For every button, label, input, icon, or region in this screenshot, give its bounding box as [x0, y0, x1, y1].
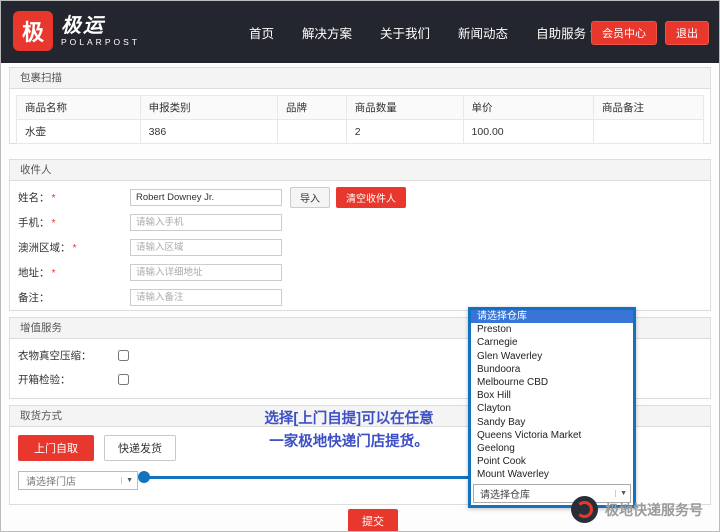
form-row-address: 地址： *	[18, 263, 710, 281]
form-row-name: 姓名：* 导入 清空收件人	[18, 186, 710, 208]
import-button[interactable]: 导入	[290, 186, 330, 208]
brand-name-en: POLARPOST	[61, 37, 140, 47]
main-nav: 首页 解决方案 关于我们 新闻动态 自助服务 ▾	[249, 1, 594, 63]
col-header-unit-price: 单价	[462, 95, 595, 120]
warehouse-option[interactable]: Geelong	[471, 442, 633, 455]
warehouse-option[interactable]: Queens Victoria Market	[471, 429, 633, 442]
watermark-text: 极地快递服务号	[605, 501, 703, 518]
topbar-buttons: 会员中心 退出	[591, 21, 709, 45]
store-select-value: 请选择门店	[26, 477, 76, 488]
region-field[interactable]	[130, 238, 282, 256]
address-field[interactable]	[130, 263, 282, 281]
cell-unit-price: 100.00	[462, 119, 595, 144]
submit-button[interactable]: 提交	[348, 509, 398, 531]
warehouse-option[interactable]: Point Cook	[471, 455, 633, 468]
courier-delivery-button[interactable]: 快递发货	[104, 435, 176, 461]
self-pickup-button[interactable]: 上门自取	[18, 435, 94, 461]
name-label: 姓名： *	[18, 191, 56, 204]
warehouse-select-value: 请选择仓库	[480, 490, 530, 502]
note-label: 备注：	[18, 291, 50, 304]
top-navigation-bar: 极 极运 POLARPOST 首页 解决方案 关于我们 新闻动态 自助服务 ▾ …	[1, 1, 719, 63]
nav-item-self-service[interactable]: 自助服务 ▾	[536, 23, 594, 42]
warehouse-dropdown-overlay: 请选择仓库 Preston Carnegie Glen Waverley Bun…	[468, 307, 636, 509]
col-header-declare-type: 申报类别	[139, 95, 279, 120]
warehouse-option[interactable]: Melbourne CBD	[471, 376, 633, 389]
warehouse-option[interactable]: Carnegie	[471, 336, 633, 349]
warehouse-option[interactable]: Bundoora	[471, 363, 633, 376]
brand-text: 极运 POLARPOST	[61, 15, 140, 47]
polarpost-watermark-logo-icon	[571, 496, 598, 523]
package-scan-panel: 包裹扫描 商品名称 申报类别 品牌 商品数量 单价 商品备注 水壶 386 2 …	[9, 67, 711, 144]
form-row-note: 备注：	[18, 288, 710, 306]
annotation-line-2: 一家极地快递门店提货。	[269, 434, 429, 450]
col-header-quantity: 商品数量	[345, 95, 464, 120]
nav-item-news[interactable]: 新闻动态	[458, 23, 508, 42]
required-mark: *	[51, 191, 56, 204]
recipient-panel: 收件人 姓名：* 导入 清空收件人 手机：* 澳洲区域：* 地址：* 备注：	[9, 159, 711, 311]
phone-label: 手机： *	[18, 216, 56, 229]
phone-field[interactable]	[130, 213, 282, 231]
cell-brand	[277, 119, 347, 144]
panel-title-package-scan: 包裹扫描	[10, 68, 710, 89]
vacuum-compress-label: 衣物真空压缩：	[18, 350, 92, 362]
warehouse-option[interactable]: Box Hill	[471, 389, 633, 402]
cell-item-note	[593, 119, 704, 144]
warehouse-option[interactable]: Sandy Bay	[471, 416, 633, 429]
warehouse-option[interactable]: Preston	[471, 323, 633, 336]
callout-line	[147, 476, 469, 479]
page: 极 极运 POLARPOST 首页 解决方案 关于我们 新闻动态 自助服务 ▾ …	[0, 0, 720, 532]
nav-item-solutions[interactable]: 解决方案	[302, 23, 352, 42]
unbox-inspect-label: 开箱检验：	[18, 374, 71, 386]
panel-title-recipient: 收件人	[10, 160, 710, 181]
form-row-phone: 手机： *	[18, 213, 710, 231]
brand-logo: 极 极运 POLARPOST	[13, 11, 140, 51]
goods-table-row: 水壶 386 2 100.00	[16, 119, 704, 144]
col-header-brand: 品牌	[277, 95, 347, 120]
col-header-item-name: 商品名称	[16, 95, 141, 120]
cell-quantity: 2	[345, 119, 464, 144]
name-field[interactable]	[130, 188, 282, 206]
annotation-text: 选择[上门自提]可以在任意 一家极地快递门店提货。	[231, 408, 467, 454]
form-row-region: 澳洲区域： *	[18, 238, 710, 256]
warehouse-option[interactable]: Glen Waverley	[471, 350, 633, 363]
store-select[interactable]: 请选择门店 ▼	[18, 471, 138, 490]
member-center-button[interactable]: 会员中心	[591, 21, 657, 45]
caret-down-icon: ▼	[121, 477, 133, 484]
vacuum-compress-checkbox[interactable]	[118, 350, 129, 361]
warehouse-option-placeholder[interactable]: 请选择仓库	[471, 310, 633, 324]
polarpost-logo-icon: 极	[13, 11, 53, 51]
col-header-item-note: 商品备注	[593, 95, 704, 120]
required-mark: *	[51, 266, 56, 279]
address-label: 地址： *	[18, 266, 56, 279]
brand-name-cn: 极运	[61, 15, 105, 37]
clear-recipient-button[interactable]: 清空收件人	[336, 186, 406, 208]
cell-item-name: 水壶	[16, 119, 141, 144]
region-label: 澳洲区域： *	[18, 241, 77, 254]
goods-table: 商品名称 申报类别 品牌 商品数量 单价 商品备注 水壶 386 2 100.0…	[16, 95, 704, 144]
required-mark: *	[51, 216, 56, 229]
warehouse-option[interactable]: Mount Waverley	[471, 468, 633, 481]
note-field[interactable]	[130, 288, 282, 306]
warehouse-option[interactable]: Clayton	[471, 402, 633, 415]
annotation-line-1: 选择[上门自提]可以在任意	[264, 411, 434, 427]
cell-declare-type: 386	[139, 119, 279, 144]
watermark: 极地快递服务号	[571, 496, 703, 523]
nav-item-about[interactable]: 关于我们	[380, 23, 430, 42]
nav-item-home[interactable]: 首页	[249, 23, 274, 42]
logout-button[interactable]: 退出	[665, 21, 709, 45]
required-mark: *	[72, 241, 77, 254]
unbox-inspect-checkbox[interactable]	[118, 374, 129, 385]
goods-table-header-row: 商品名称 申报类别 品牌 商品数量 单价 商品备注	[16, 95, 704, 120]
